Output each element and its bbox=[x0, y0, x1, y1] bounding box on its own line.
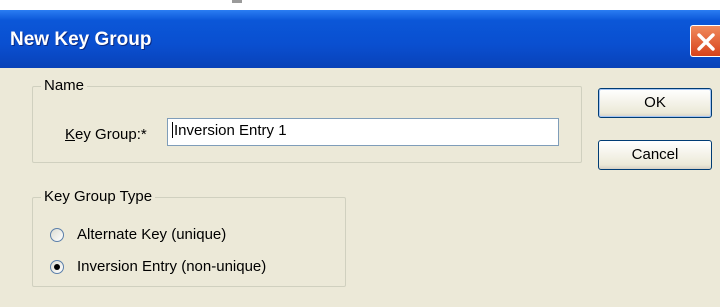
key-group-value: Inversion Entry 1 bbox=[174, 122, 287, 139]
dialog-body: Name Key Group:* Inversion Entry 1 OK Ca… bbox=[0, 68, 720, 307]
inversion-entry-label[interactable]: Inversion Entry (non-unique) bbox=[77, 258, 266, 275]
ok-button[interactable]: OK bbox=[598, 88, 712, 118]
key-group-input[interactable]: Inversion Entry 1 bbox=[167, 118, 559, 146]
ok-button-label: OK bbox=[644, 94, 666, 111]
radio-selected-dot bbox=[54, 264, 60, 270]
title-bar[interactable]: New Key Group bbox=[0, 10, 720, 68]
alternate-key-radio[interactable] bbox=[50, 228, 64, 242]
window-title: New Key Group bbox=[10, 29, 152, 50]
text-caret bbox=[172, 122, 173, 138]
key-group-label: Key Group:* bbox=[65, 126, 147, 143]
cancel-button-label: Cancel bbox=[631, 146, 679, 163]
alternate-key-label[interactable]: Alternate Key (unique) bbox=[77, 226, 226, 243]
name-group-legend: Name bbox=[41, 77, 88, 94]
close-icon bbox=[697, 33, 715, 51]
key-group-type-legend: Key Group Type bbox=[41, 188, 156, 205]
close-button[interactable] bbox=[690, 25, 720, 57]
background-artifact bbox=[232, 0, 242, 3]
background-strip bbox=[0, 0, 720, 10]
inversion-entry-radio[interactable] bbox=[50, 260, 64, 274]
cancel-button[interactable]: Cancel bbox=[598, 140, 712, 170]
